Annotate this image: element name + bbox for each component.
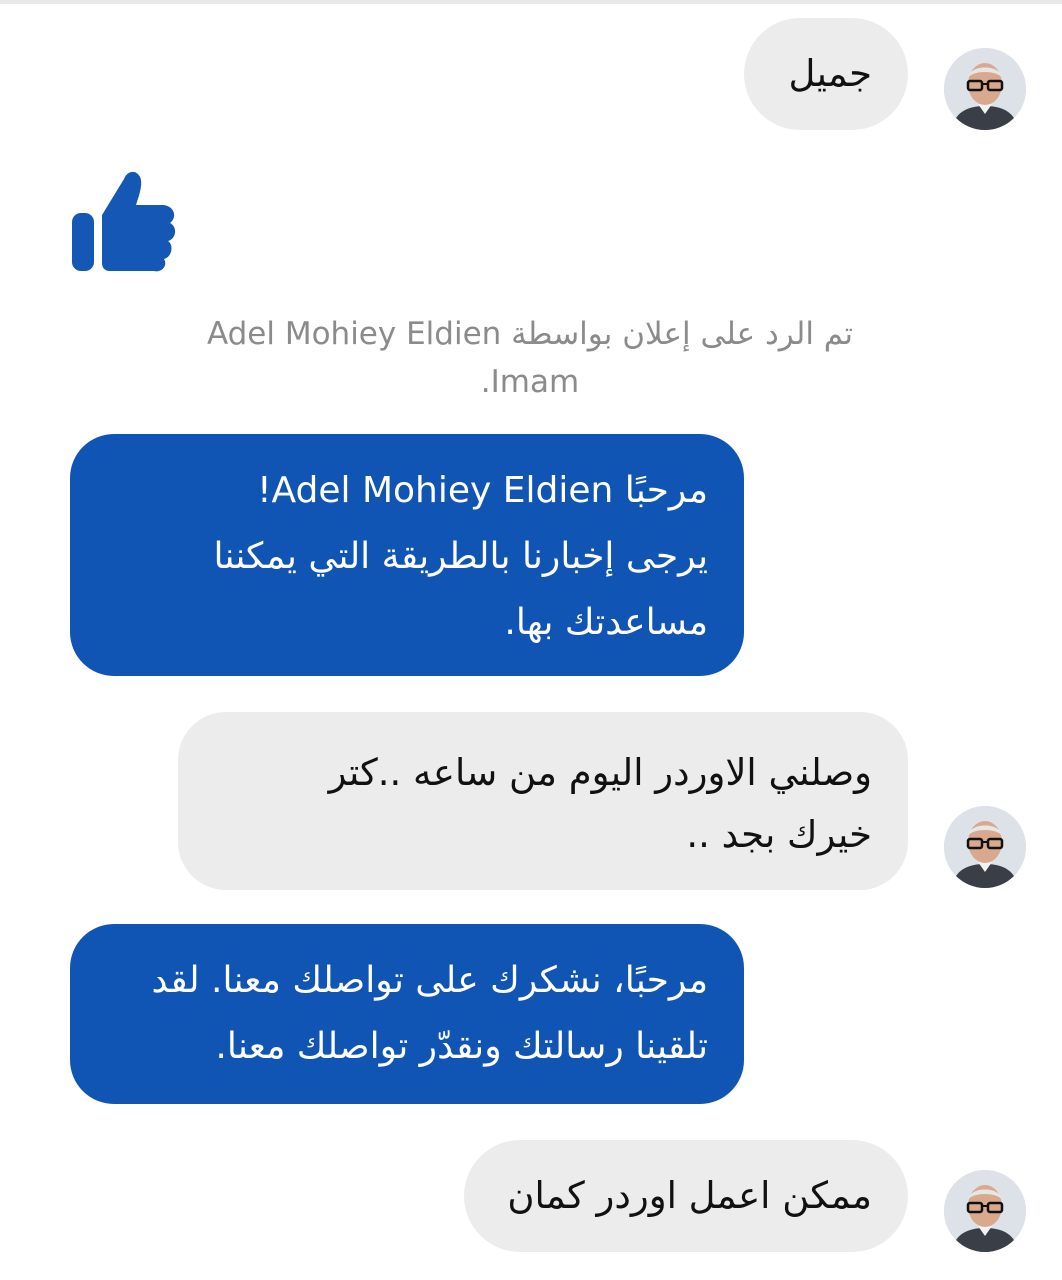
avatar[interactable] bbox=[944, 48, 1026, 130]
message-line: خيرك بجد .. bbox=[686, 813, 872, 856]
thumbs-up-icon[interactable] bbox=[70, 165, 178, 277]
message-thread[interactable]: جميل تم الرد على إعلان بواسطة Adel Mohie… bbox=[0, 0, 1062, 1280]
message-line: مرحبًا Adel Mohiey Eldien! bbox=[257, 470, 708, 511]
message-text: جميل bbox=[788, 52, 872, 95]
user-avatar-icon bbox=[944, 48, 1026, 130]
message-line: وصلني الاوردر اليوم من ساعه ..كتر bbox=[328, 751, 872, 794]
outgoing-message-bubble[interactable]: مرحبًا Adel Mohiey Eldien! يرجى إخبارنا … bbox=[70, 434, 744, 676]
avatar[interactable] bbox=[944, 806, 1026, 888]
message-line: يرجى إخبارنا بالطريقة التي يمكننا bbox=[213, 536, 708, 577]
incoming-message-bubble[interactable]: وصلني الاوردر اليوم من ساعه ..كتر خيرك ب… bbox=[178, 712, 908, 890]
notice-text: تم الرد على إعلان بواسطة Adel Mohiey Eld… bbox=[206, 316, 854, 400]
incoming-message-bubble[interactable]: ممكن اعمل اوردر كمان bbox=[464, 1140, 908, 1252]
message-text: ممكن اعمل اوردر كمان bbox=[507, 1174, 872, 1217]
user-avatar-icon bbox=[944, 806, 1026, 888]
message-line: مساعدتك بها. bbox=[504, 602, 708, 643]
outgoing-message-bubble[interactable]: مرحبًا، نشكرك على تواصلك معنا. لقد تلقين… bbox=[70, 924, 744, 1104]
message-line: مرحبًا، نشكرك على تواصلك معنا. لقد bbox=[151, 960, 708, 1001]
avatar[interactable] bbox=[944, 1170, 1026, 1252]
user-avatar-icon bbox=[944, 1170, 1026, 1252]
incoming-message-bubble[interactable]: جميل bbox=[744, 18, 908, 130]
ad-reply-notice: تم الرد على إعلان بواسطة Adel Mohiey Eld… bbox=[180, 310, 880, 406]
message-line: تلقينا رسالتك ونقدّر تواصلك معنا. bbox=[215, 1026, 708, 1067]
